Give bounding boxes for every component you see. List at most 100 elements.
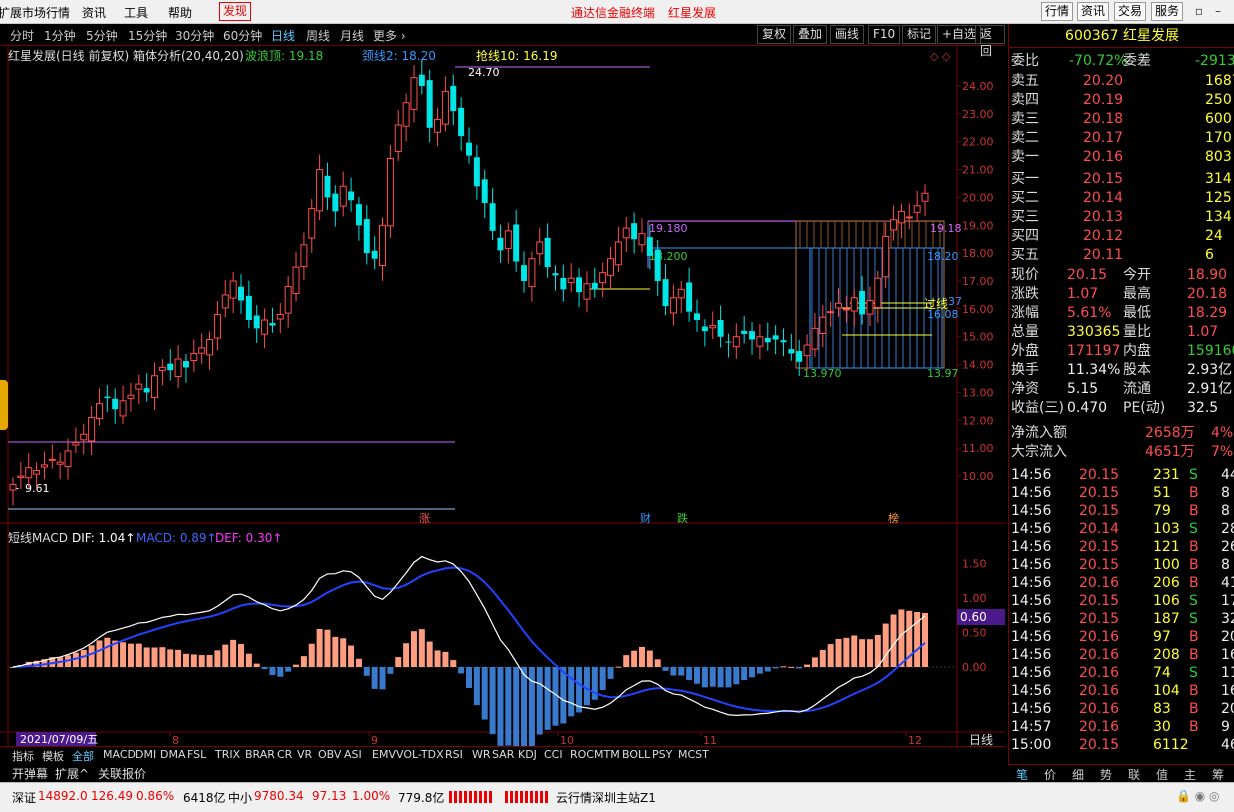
tick-row[interactable]: 14:56 20.15 121 B 26 <box>1009 538 1234 557</box>
menu-market[interactable]: 扩展市场行情 <box>0 4 70 21</box>
indicator-tab[interactable]: FSL <box>187 748 206 761</box>
related-quote-button[interactable]: 关联报价 <box>98 765 146 782</box>
stat-row[interactable]: 外盘 171197内盘 159160 <box>1009 342 1234 361</box>
diamond-icon[interactable]: ◇ ◇ <box>930 50 951 63</box>
period-tab[interactable]: 5分钟 <box>86 27 118 44</box>
overlay-button[interactable]: 叠加 <box>793 25 828 44</box>
tick-row[interactable]: 14:56 20.15 187 S 32 <box>1009 610 1234 629</box>
mark-button[interactable]: 标记 <box>902 25 937 44</box>
side-panel-handle[interactable] <box>0 380 8 430</box>
indicator-tab[interactable]: OBV <box>318 748 341 761</box>
period-tab[interactable]: 30分钟 <box>175 27 214 44</box>
period-tab[interactable]: 15分钟 <box>128 27 167 44</box>
tick-row[interactable]: 14:56 20.14 103 S 28 <box>1009 520 1234 539</box>
info-button[interactable]: 资讯 <box>1077 2 1110 21</box>
stat-row[interactable]: 总量 330365 量比 1.07 <box>1009 323 1234 342</box>
flow-row[interactable]: 净流入额 2658万 4% <box>1009 424 1234 443</box>
indicator-tab[interactable]: VR <box>297 748 312 761</box>
tick-row[interactable]: 14:56 20.15 79 B 8 <box>1009 502 1234 521</box>
indicator-tab[interactable]: 全部 <box>72 748 94 764</box>
period-more[interactable]: 更多 › <box>373 27 406 44</box>
chart-area[interactable]: 红星发展(日线 前复权) 箱体分析(20,40,20) 波浪顶: 19.18 颈… <box>0 46 1005 746</box>
panel-tab[interactable]: 主 <box>1184 766 1196 783</box>
expand-button[interactable]: 扩展^ <box>55 765 89 782</box>
minimize-icon[interactable]: – <box>1210 3 1226 19</box>
tick-row[interactable]: 14:57 20.16 30 B 9 <box>1009 718 1234 737</box>
stat-row[interactable]: 收益(三) 0.470 PE(动) 32.5 <box>1009 399 1234 418</box>
stat-row[interactable]: 净资 5.15 流通 2.91亿 <box>1009 380 1234 399</box>
indicator-tab[interactable]: BRAR <box>245 748 275 761</box>
panel-tab[interactable]: 筹 <box>1212 766 1224 783</box>
indicator-tab[interactable]: ROC <box>570 748 594 761</box>
indicator-tab[interactable]: ASI <box>344 748 362 761</box>
tick-row[interactable]: 14:56 20.15 100 B 8 <box>1009 556 1234 575</box>
trade-button[interactable]: 交易 <box>1114 2 1147 21</box>
bid-row[interactable]: 买四 20.12 24 <box>1009 227 1234 246</box>
panel-tab[interactable]: 值 <box>1156 766 1168 783</box>
ask-row[interactable]: 卖三 20.18 600 <box>1009 110 1234 129</box>
indicator-tab[interactable]: DMA <box>160 748 186 761</box>
indicator-tab[interactable]: CCI <box>544 748 563 761</box>
period-tab[interactable]: 月线 <box>340 27 364 44</box>
stat-row[interactable]: 涨跌 1.07 最高 20.18 <box>1009 285 1234 304</box>
indicator-tab[interactable]: PSY <box>652 748 672 761</box>
stat-row[interactable]: 换手 11.34% 股本 2.93亿 <box>1009 361 1234 380</box>
bid-row[interactable]: 买五 20.11 6 <box>1009 246 1234 265</box>
draw-button[interactable]: 画线 <box>830 25 865 44</box>
period-tab[interactable]: 1分钟 <box>44 27 76 44</box>
indicator-tab[interactable]: 模板 <box>42 748 64 764</box>
tick-row[interactable]: 14:56 20.16 104 B 16 <box>1009 682 1234 701</box>
indicator-tab[interactable]: BOLL <box>622 748 650 761</box>
restore-icon[interactable]: ▫ <box>1191 3 1207 19</box>
indicator-tab[interactable]: 指标 <box>12 748 34 764</box>
f10-button[interactable]: F10 <box>868 25 901 44</box>
ask-row[interactable]: 卖五 20.20 1687 <box>1009 72 1234 91</box>
indicator-tab[interactable]: EMV <box>372 748 396 761</box>
ask-row[interactable]: 卖四 20.19 250 <box>1009 91 1234 110</box>
period-tab[interactable]: 分时 <box>10 27 34 44</box>
event-zhang[interactable]: 涨 <box>419 512 430 525</box>
tick-row[interactable]: 15:00 20.15 6112 462 <box>1009 736 1234 755</box>
tick-row[interactable]: 14:56 20.15 106 S 17 <box>1009 592 1234 611</box>
tick-row[interactable]: 14:56 20.15 51 B 8 <box>1009 484 1234 503</box>
ask-row[interactable]: 卖一 20.16 803 <box>1009 148 1234 167</box>
tick-row[interactable]: 14:56 20.16 206 B 41 <box>1009 574 1234 593</box>
ask-row[interactable]: 卖二 20.17 170 <box>1009 129 1234 148</box>
menu-tools[interactable]: 工具 <box>124 4 148 21</box>
fuquan-button[interactable]: 复权 <box>757 25 792 44</box>
panel-tab[interactable]: 笔 <box>1016 766 1028 783</box>
flow-row[interactable]: 大宗流入 4651万 7% <box>1009 443 1234 462</box>
period-tab-selected[interactable]: 日线 <box>271 27 295 44</box>
event-bang[interactable]: 榜 <box>888 511 899 525</box>
stat-row[interactable]: 现价 20.15 今开 18.90 <box>1009 266 1234 285</box>
tick-row[interactable]: 14:56 20.15 231 S 44 <box>1009 466 1234 485</box>
indicator-tab[interactable]: TRIX <box>215 748 240 761</box>
indicator-tab[interactable]: VOL-TDX <box>396 748 444 761</box>
tray-icons[interactable]: 🔒 ◉ ◎ <box>1176 789 1220 803</box>
bid-row[interactable]: 买一 20.15 314 <box>1009 170 1234 189</box>
panel-tab[interactable]: 势 <box>1100 766 1112 783</box>
tick-row[interactable]: 14:56 20.16 83 B 20 <box>1009 700 1234 719</box>
menu-news[interactable]: 资讯 <box>82 4 106 21</box>
service-button[interactable]: 服务 <box>1151 2 1184 21</box>
indicator-tab[interactable]: WR <box>472 748 491 761</box>
bid-row[interactable]: 买三 20.13 134 <box>1009 208 1234 227</box>
indicator-tab[interactable]: SAR <box>492 748 514 761</box>
menu-help[interactable]: 帮助 <box>168 4 192 21</box>
quote-button[interactable]: 行情 <box>1041 2 1074 21</box>
menu-discover[interactable]: 发现 <box>219 2 252 21</box>
panel-tab[interactable]: 细 <box>1072 766 1084 783</box>
indicator-tab[interactable]: MTM <box>594 748 620 761</box>
panel-tab[interactable]: 价 <box>1044 766 1056 783</box>
event-die[interactable]: 跌 <box>677 511 688 525</box>
indicator-tab[interactable]: RSI <box>445 748 463 761</box>
period-tab[interactable]: 周线 <box>306 27 330 44</box>
tick-row[interactable]: 14:56 20.16 74 S 11 <box>1009 664 1234 683</box>
indicator-tab[interactable]: CR <box>277 748 292 761</box>
tick-row[interactable]: 14:56 20.16 97 B 20 <box>1009 628 1234 647</box>
event-cai[interactable]: 财 <box>640 511 651 525</box>
indicator-tab[interactable]: DMI <box>135 748 156 761</box>
period-tab[interactable]: 60分钟 <box>223 27 262 44</box>
bid-row[interactable]: 买二 20.14 125 <box>1009 189 1234 208</box>
indicator-tab[interactable]: MACD <box>103 748 136 761</box>
